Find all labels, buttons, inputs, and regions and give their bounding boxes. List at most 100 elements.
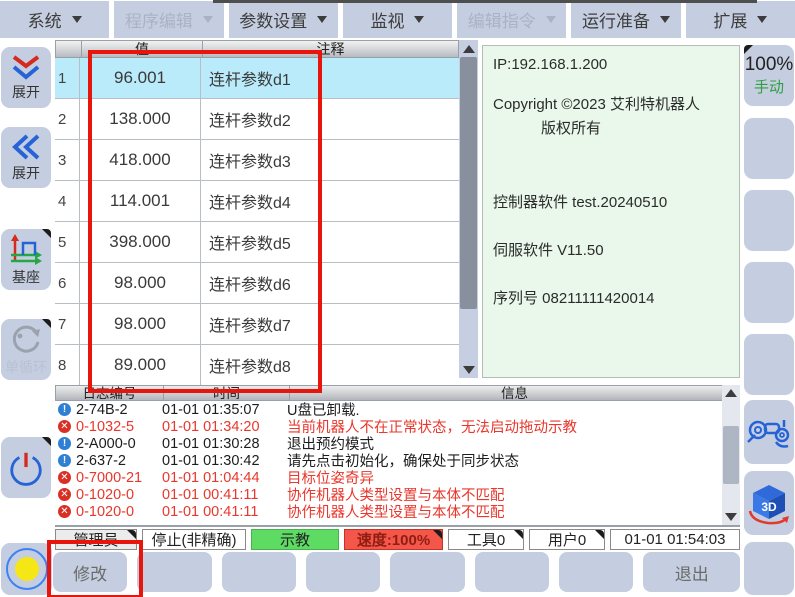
row-number: 8 <box>55 345 80 385</box>
scroll-down-icon[interactable] <box>725 509 737 525</box>
scroll-up-icon[interactable] <box>459 40 478 57</box>
menu-extend-label: 扩展 <box>713 7 747 32</box>
param-comment: 连杆参数d2 <box>201 99 459 139</box>
menu-param-settings-label: 参数设置 <box>239 7 307 32</box>
table-row[interactable]: 1 96.001 连杆参数d1 <box>55 58 459 99</box>
error-icon: ✕ <box>58 488 71 501</box>
power-button[interactable] <box>1 437 51 498</box>
expand-down-label: 展开 <box>12 82 40 102</box>
bottom-button-empty[interactable] <box>222 552 296 592</box>
bottom-button-empty[interactable] <box>475 552 549 592</box>
row-number: 4 <box>55 181 80 221</box>
bottom-button-empty[interactable] <box>559 552 633 592</box>
scrollbar-track[interactable] <box>459 57 478 361</box>
menu-extend[interactable]: 扩展 <box>686 1 795 38</box>
log-time-header: 时间 <box>163 386 289 400</box>
menu-run-prep-label: 运行准备 <box>582 7 650 32</box>
cube-3d-icon: 3D <box>746 480 792 526</box>
teach-mode-badge: 示教 <box>251 529 339 550</box>
modify-button-label: 修改 <box>73 560 107 585</box>
table-scrollbar[interactable] <box>459 40 478 378</box>
menu-monitor-label: 监视 <box>370 7 404 32</box>
menu-system[interactable]: 系统 <box>0 1 109 38</box>
menu-run-prep[interactable]: 运行准备 <box>571 1 680 38</box>
svg-text:3D: 3D <box>761 500 777 514</box>
row-number: 2 <box>55 99 80 139</box>
table-row[interactable]: 2 138.000 连杆参数d2 <box>55 99 459 140</box>
status-indicator-button[interactable] <box>1 543 52 595</box>
bottom-button-empty[interactable] <box>306 552 380 592</box>
log-id-header: 日志编号 <box>56 386 163 400</box>
table-row[interactable]: 6 98.000 连杆参数d6 <box>55 263 459 304</box>
exit-button-label: 退出 <box>675 560 709 585</box>
log-message-header: 信息 <box>289 386 739 400</box>
log-panel: 日志编号 时间 信息 ! 2-74B-2 01-01 01:35:07 U盘已卸… <box>55 385 740 527</box>
menu-monitor[interactable]: 监视 <box>343 1 452 38</box>
log-time: 01-01 01:30:42 <box>162 453 287 469</box>
double-chevron-left-icon <box>9 133 43 161</box>
drag-teach-button[interactable] <box>744 400 794 464</box>
user-frame-badge[interactable]: 用户0 <box>529 529 605 550</box>
menu-edit-instruction: 编辑指令 <box>457 1 566 38</box>
tool-badge[interactable]: 工具0 <box>448 529 524 550</box>
single-cycle-label: 单循环 <box>5 357 47 377</box>
row-number: 1 <box>55 58 80 98</box>
log-message: 协作机器人类型设置与本体不匹配 <box>287 501 722 522</box>
scrollbar-thumb[interactable] <box>460 57 477 309</box>
expand-left-button[interactable]: 展开 <box>1 127 51 188</box>
chevron-down-icon <box>757 16 767 23</box>
speed-mode-button[interactable]: 100% 手动 <box>744 45 794 106</box>
menu-program-edit: 程序编辑 <box>114 1 223 38</box>
menu-param-settings[interactable]: 参数设置 <box>229 1 338 38</box>
menu-bar: 系统 程序编辑 参数设置 监视 编辑指令 运行准备 扩展 <box>0 0 795 38</box>
table-row[interactable]: 7 98.000 连杆参数d7 <box>55 304 459 345</box>
row-number: 3 <box>55 140 80 180</box>
ip-address: IP:192.168.1.200 <box>493 56 739 75</box>
param-value: 114.001 <box>80 181 201 221</box>
side-button-empty[interactable] <box>744 118 794 179</box>
table-row[interactable]: 4 114.001 连杆参数d4 <box>55 181 459 222</box>
serial-number: 序列号 08211111420014 <box>493 290 739 309</box>
power-icon <box>7 449 45 487</box>
status-bar: 管理员 停止(非精确) 示教 速度:100% 工具0 用户0 01-01 01:… <box>55 529 740 550</box>
error-icon: ✕ <box>58 505 71 518</box>
bottom-button-empty[interactable] <box>137 552 211 592</box>
side-button-empty[interactable] <box>744 334 794 395</box>
param-comment: 连杆参数d3 <box>201 140 459 180</box>
log-time: 01-01 00:41:11 <box>162 487 287 503</box>
user-role-badge[interactable]: 管理员 <box>55 529 137 550</box>
exit-button[interactable]: 退出 <box>643 552 740 592</box>
value-column-header: 值 <box>81 41 202 57</box>
log-row[interactable]: ✕ 0-1020-0 01-01 00:41:11 协作机器人类型设置与本体不匹… <box>55 503 722 520</box>
param-comment: 连杆参数d8 <box>201 345 459 385</box>
chevron-down-icon <box>72 16 82 23</box>
side-button-empty[interactable] <box>744 542 794 595</box>
param-value: 418.000 <box>80 140 201 180</box>
speed-badge[interactable]: 速度:100% <box>344 529 443 550</box>
log-scrollbar[interactable] <box>722 385 740 525</box>
view-3d-button[interactable]: 3D <box>744 471 794 535</box>
window-top-edge <box>213 0 757 3</box>
base-frame-label: 基座 <box>12 267 40 287</box>
run-state-label: 停止(非精确) <box>152 529 237 550</box>
param-comment: 连杆参数d6 <box>201 263 459 303</box>
bottom-button-bar: 修改 退出 <box>53 552 740 592</box>
base-frame-button[interactable]: 基座 <box>1 229 51 290</box>
table-row[interactable]: 8 89.000 连杆参数d8 <box>55 345 459 386</box>
parameter-table: 值 注释 1 96.001 连杆参数d1 2 138.000 连杆参数d2 3 … <box>55 40 459 386</box>
scroll-down-icon[interactable] <box>459 361 478 378</box>
modify-button[interactable]: 修改 <box>53 552 127 592</box>
side-button-empty[interactable] <box>744 190 794 251</box>
scrollbar-thumb[interactable] <box>723 426 739 484</box>
bottom-button-empty[interactable] <box>390 552 464 592</box>
param-comment: 连杆参数d7 <box>201 304 459 344</box>
table-row[interactable]: 5 398.000 连杆参数d5 <box>55 222 459 263</box>
log-id: 0-1032-5 <box>76 419 162 435</box>
chevron-down-icon <box>414 16 424 23</box>
scroll-up-icon[interactable] <box>725 385 737 401</box>
expand-down-button[interactable]: 展开 <box>1 47 51 108</box>
param-value: 398.000 <box>80 222 201 262</box>
table-row[interactable]: 3 418.000 连杆参数d3 <box>55 140 459 181</box>
side-button-empty[interactable] <box>744 262 794 323</box>
servo-software-version: 伺服软件 V11.50 <box>493 242 739 261</box>
